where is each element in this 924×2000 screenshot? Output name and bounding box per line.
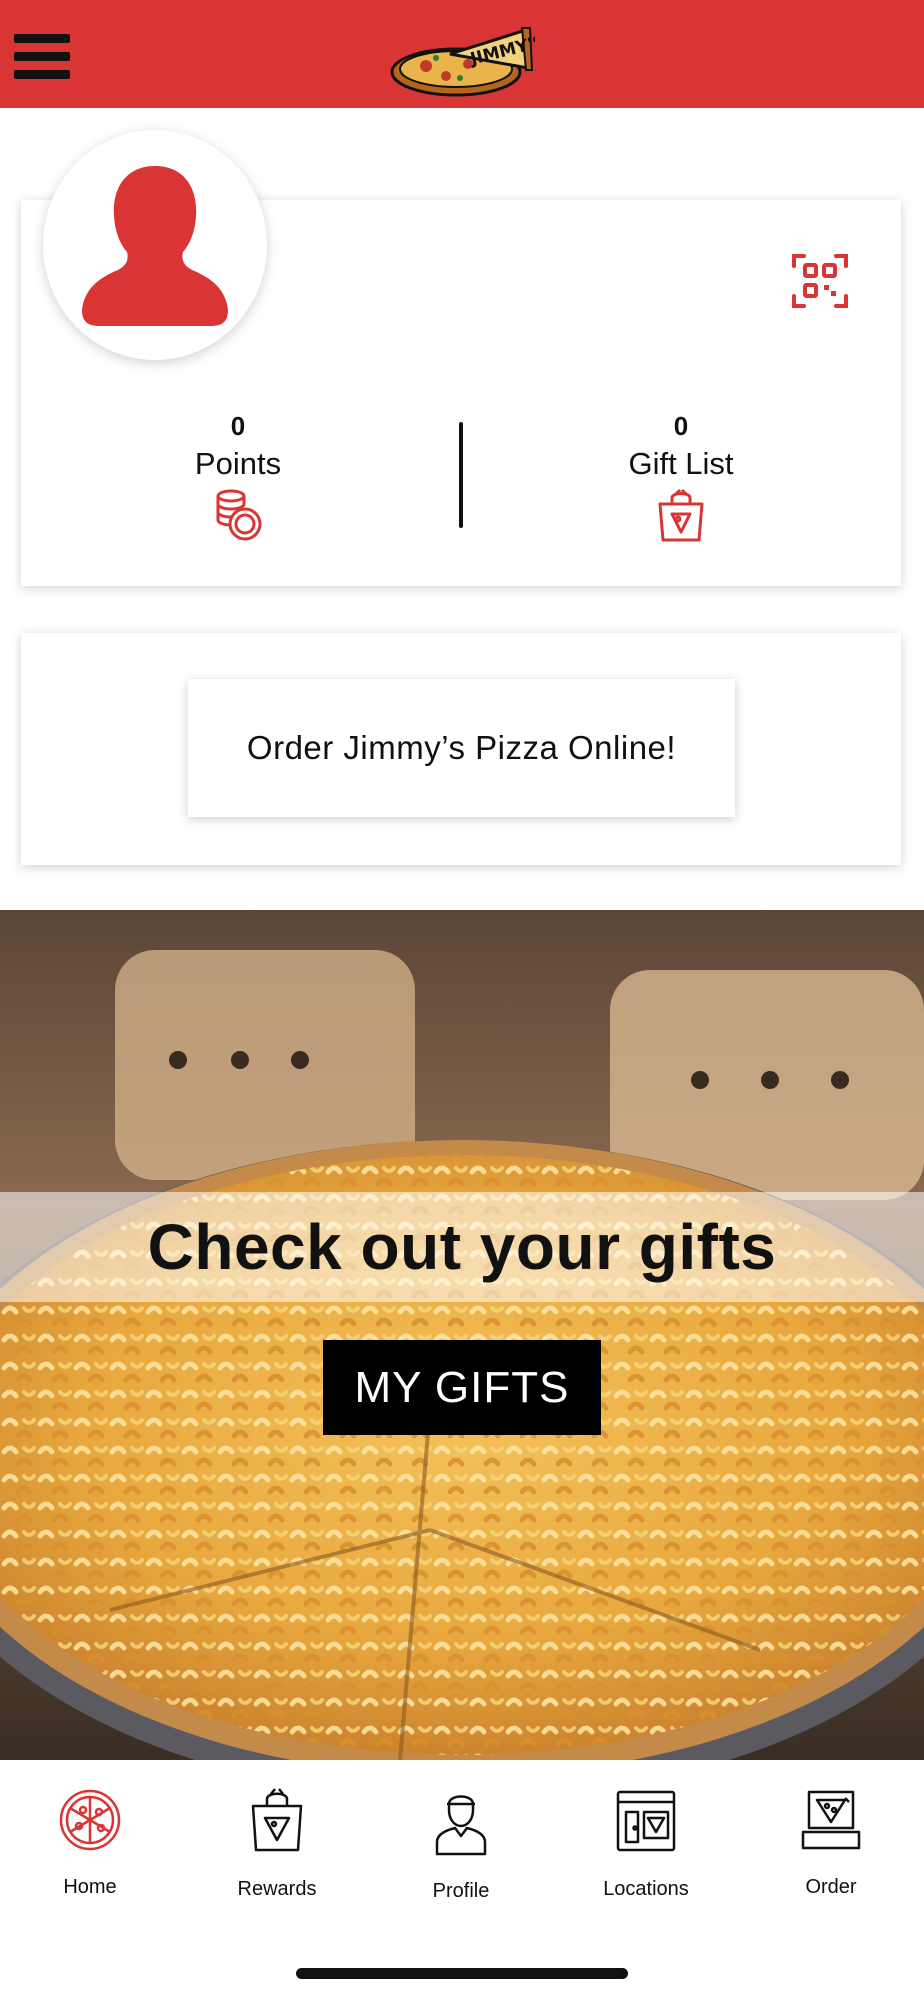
top-header: JIMMY'S: [0, 0, 924, 108]
nav-profile-label: Profile: [432, 1880, 490, 1902]
gift-list-label: Gift List: [628, 446, 734, 481]
nav-order[interactable]: Order: [756, 1788, 906, 1899]
gift-bag-icon: [658, 488, 704, 542]
banner-title-strip: Check out your gifts: [0, 1192, 924, 1302]
gift-bag-icon: [251, 1788, 303, 1852]
qr-code-icon[interactable]: [792, 252, 848, 310]
user-silhouette-icon: [82, 166, 228, 326]
nav-locations[interactable]: Locations: [571, 1788, 721, 1901]
store-icon: [616, 1790, 676, 1852]
person-icon: [435, 1795, 487, 1856]
stats-divider: [459, 422, 463, 528]
my-gifts-button[interactable]: MY GIFTS: [323, 1340, 601, 1435]
banner-title: Check out your gifts: [147, 1211, 777, 1283]
gift-list-value: 0: [673, 411, 689, 441]
bottom-nav: Home Rewards Profile Locations Order: [0, 1760, 924, 2000]
menu-icon[interactable]: [14, 34, 72, 88]
nav-rewards-label: Rewards: [237, 1878, 317, 1900]
gift-list-stat[interactable]: 0 Gift List: [551, 408, 811, 544]
order-online-button[interactable]: Order Jimmy’s Pizza Online!: [188, 679, 735, 817]
nav-home[interactable]: Home: [15, 1788, 165, 1899]
pizza-icon: [59, 1789, 121, 1851]
mac-cheese-pizza-image: [0, 910, 924, 1760]
home-indicator: [296, 1968, 628, 1979]
coins-icon: [216, 489, 262, 541]
nav-profile[interactable]: Profile: [386, 1788, 536, 1903]
brand-logo: JIMMY'S: [390, 27, 535, 97]
avatar[interactable]: [43, 130, 267, 360]
points-value: 0: [230, 411, 246, 441]
points-label: Points: [194, 446, 282, 481]
pizza-box-icon: [801, 1790, 861, 1850]
nav-rewards[interactable]: Rewards: [202, 1788, 352, 1901]
nav-home-label: Home: [63, 1876, 117, 1898]
nav-order-label: Order: [805, 1876, 857, 1898]
points-stat[interactable]: 0 Points: [108, 408, 368, 542]
nav-locations-label: Locations: [603, 1878, 689, 1900]
app-screen: JIMMY'S 0 Points 0 Gift List Order Jimmy…: [0, 0, 924, 2000]
gifts-banner: Check out your gifts MY GIFTS: [0, 910, 924, 1760]
